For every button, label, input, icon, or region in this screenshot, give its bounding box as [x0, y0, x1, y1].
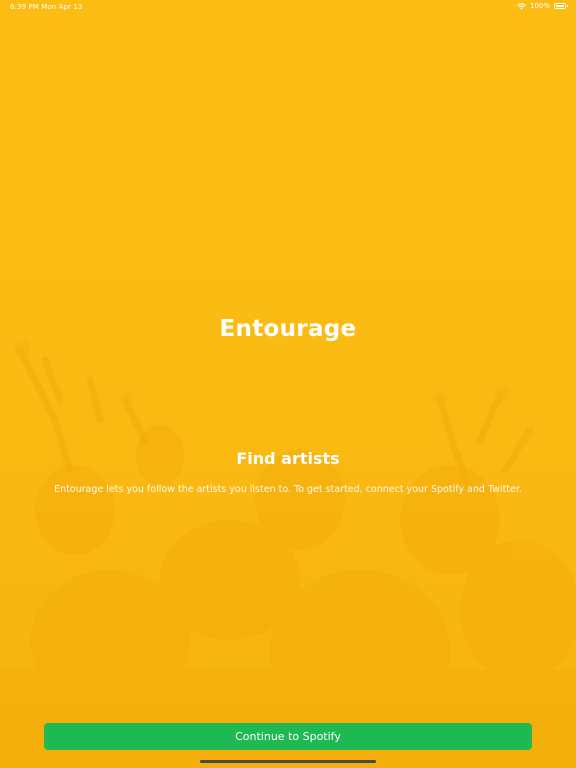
- onboarding-heading: Find artists: [236, 449, 340, 468]
- continue-to-spotify-button[interactable]: Continue to Spotify: [44, 723, 532, 750]
- battery-icon: [554, 3, 568, 9]
- status-bar: 6:39 PM Mon Apr 13 100%: [0, 0, 576, 14]
- status-indicators: 100%: [517, 2, 568, 10]
- wifi-icon: [517, 2, 526, 10]
- home-indicator[interactable]: [200, 760, 376, 763]
- onboarding-description: Entourage lets you follow the artists yo…: [54, 484, 522, 495]
- battery-percentage: 100%: [529, 2, 550, 10]
- status-time-date: 6:39 PM Mon Apr 13: [10, 3, 83, 11]
- app-title: Entourage: [219, 316, 357, 342]
- crowd-background-image: [0, 0, 576, 768]
- onboarding-screen: 6:39 PM Mon Apr 13 100% Entourage Find a…: [0, 0, 576, 768]
